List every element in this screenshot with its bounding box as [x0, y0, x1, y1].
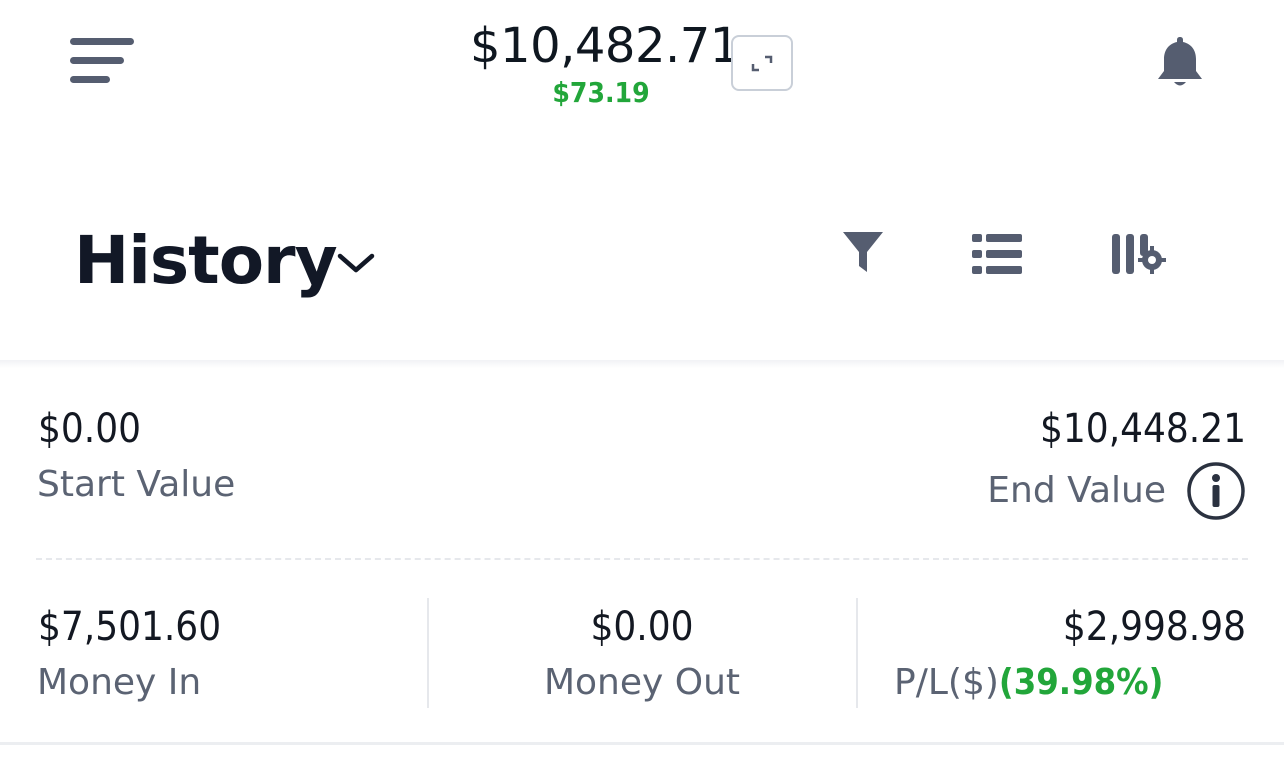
end-value-label: End Value — [987, 470, 1166, 511]
start-value-label: Start Value — [37, 464, 236, 505]
column-divider — [427, 598, 429, 708]
column-divider — [856, 598, 858, 708]
page-title: History — [74, 222, 338, 299]
money-out-value: $0.00 — [590, 604, 694, 650]
account-balance: $10,482.71 — [470, 18, 740, 74]
menu-icon[interactable] — [70, 38, 136, 84]
end-value: $10,448.21 — [1040, 406, 1246, 452]
money-out-label: Money Out — [543, 662, 741, 703]
expand-icon — [751, 55, 773, 72]
info-icon[interactable] — [1186, 461, 1246, 521]
profit-loss-value: $2,998.98 — [1062, 604, 1246, 650]
chevron-down-icon[interactable] — [336, 248, 376, 280]
balance-change: $73.19 — [552, 76, 650, 109]
money-in-value: $7,501.60 — [38, 604, 222, 650]
section-divider — [0, 360, 1284, 368]
list-view-icon[interactable] — [970, 230, 1026, 278]
column-settings-icon[interactable] — [1108, 230, 1170, 278]
start-value: $0.00 — [38, 406, 141, 452]
profit-loss-label: P/L($)(39.98%) — [894, 662, 1163, 703]
dashed-divider — [36, 558, 1248, 560]
filter-icon[interactable] — [840, 228, 886, 278]
profit-loss-percent: (39.98%) — [998, 662, 1164, 703]
money-in-label: Money In — [37, 662, 202, 703]
profit-loss-label-text: P/L($) — [894, 662, 999, 703]
expand-button[interactable] — [731, 35, 793, 91]
bottom-divider — [0, 742, 1284, 745]
notifications-bell-icon[interactable] — [1152, 33, 1208, 91]
